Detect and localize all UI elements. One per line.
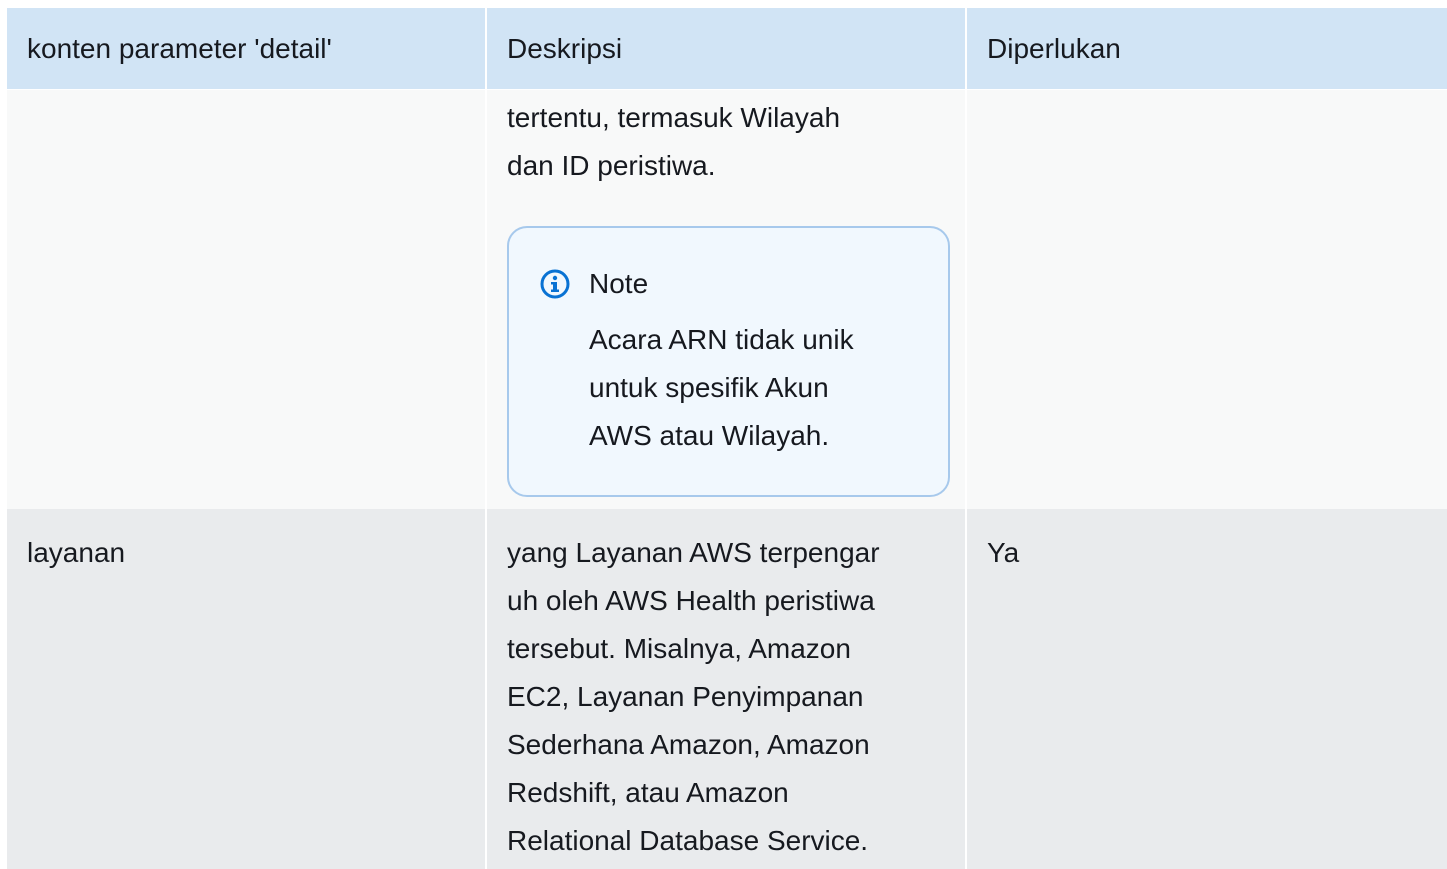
description-cell: yang Layanan AWS terpengar uh oleh AWS H… xyxy=(487,509,967,869)
description-line: tertentu, termasuk Wilayah xyxy=(507,102,841,133)
description-line: EC2, Layanan Penyimpanan xyxy=(507,681,864,712)
required-cell xyxy=(967,90,1447,509)
header-required: Diperlukan xyxy=(987,32,1121,64)
parameter-cell xyxy=(7,90,487,509)
note-line: AWS atau Wilayah. xyxy=(589,420,830,451)
note-line: Acara ARN tidak unik xyxy=(589,324,854,355)
table-row: tertentu, termasuk Wilayah dan ID perist… xyxy=(7,90,1447,509)
header-parameter: konten parameter 'detail' xyxy=(7,8,487,89)
table-header-row: konten parameter 'detail' Deskripsi Dipe… xyxy=(7,8,1447,90)
description-line: yang Layanan AWS terpengar xyxy=(507,537,880,568)
note-line: untuk spesifik Akun xyxy=(589,372,829,403)
required-cell: Ya xyxy=(987,537,1020,568)
parameter-table: konten parameter 'detail' Deskripsi Dipe… xyxy=(7,8,1447,869)
table-row: layanan yang Layanan AWS terpengar uh ol… xyxy=(7,509,1447,869)
note-callout: Note Acara ARN tidak unik untuk spesifik… xyxy=(507,226,950,497)
description-line: Relational Database Service. xyxy=(507,825,869,856)
info-circle-icon xyxy=(539,268,571,300)
description-line: uh oleh AWS Health peristiwa xyxy=(507,585,875,616)
description-line: tersebut. Misalnya, Amazon xyxy=(507,633,851,664)
note-title: Note xyxy=(589,268,649,299)
description-cell: tertentu, termasuk Wilayah dan ID perist… xyxy=(487,90,967,509)
description-line: Redshift, atau Amazon xyxy=(507,777,789,808)
parameter-cell: layanan xyxy=(7,509,487,869)
page: konten parameter 'detail' Deskripsi Dipe… xyxy=(0,0,1447,869)
header-description: Deskripsi xyxy=(487,8,967,89)
description-line: Sederhana Amazon, Amazon xyxy=(507,729,870,760)
note-body: Acara ARN tidak unik untuk spesifik Akun… xyxy=(589,316,928,460)
description-line: dan ID peristiwa. xyxy=(507,150,716,181)
